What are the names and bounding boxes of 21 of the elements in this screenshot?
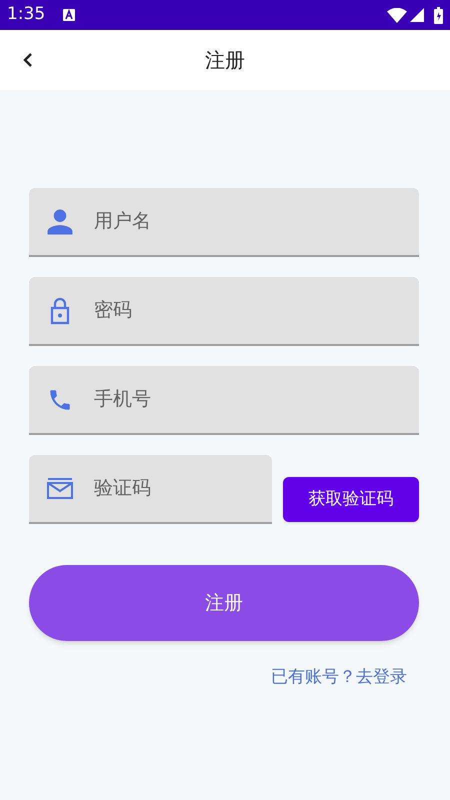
envelope-icon <box>46 478 74 500</box>
input-field[interactable]: 密码 <box>29 277 419 346</box>
input-field[interactable]: 验证码 <box>29 455 272 524</box>
input-field[interactable]: 手机号 <box>29 366 419 435</box>
text-input[interactable]: 密码 <box>94 296 419 325</box>
login-link[interactable]: 已有账号？去登录 <box>271 665 407 690</box>
page-title: 注册 <box>205 47 245 74</box>
text-input[interactable]: 验证码 <box>94 474 272 503</box>
signal-icon <box>410 8 424 22</box>
back-icon <box>23 52 33 68</box>
person-icon <box>46 208 74 236</box>
lock-icon <box>48 296 72 324</box>
input-field[interactable]: 用户名 <box>29 188 419 257</box>
text-input[interactable]: 用户名 <box>94 207 419 236</box>
text-input[interactable]: 手机号 <box>94 385 419 414</box>
register-button[interactable]: 注册 <box>29 565 419 641</box>
battery-icon <box>434 6 443 24</box>
notification-icon <box>63 9 76 21</box>
wifi-icon <box>387 8 407 22</box>
get-code-button[interactable]: 获取验证码 <box>283 477 419 522</box>
status-time: 1:35 <box>7 3 46 26</box>
